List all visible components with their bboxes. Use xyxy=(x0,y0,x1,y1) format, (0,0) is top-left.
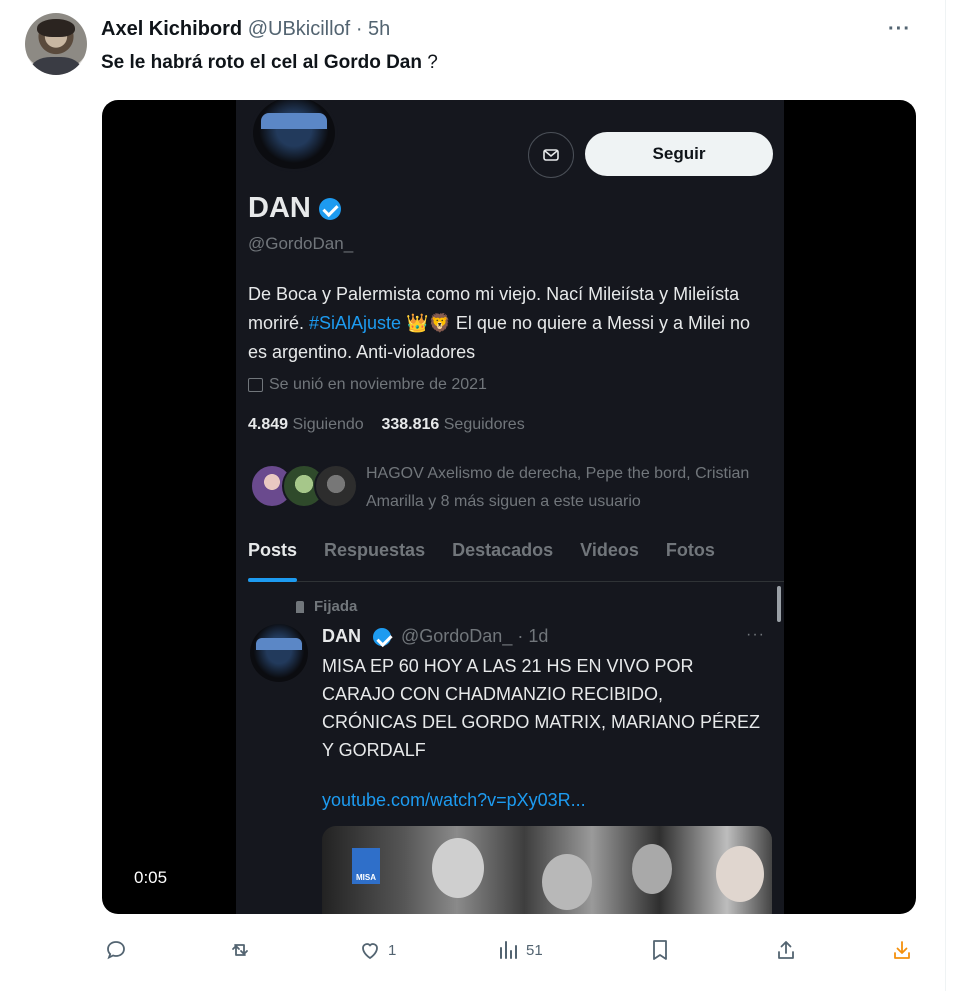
mutual-avatar xyxy=(314,464,358,508)
video-timer: 0:05 xyxy=(134,868,168,887)
bookmark-icon xyxy=(653,940,667,960)
image-face xyxy=(542,854,592,910)
follow-button: Seguir xyxy=(585,132,773,176)
following-label: Siguiendo xyxy=(292,416,364,433)
like-count: 1 xyxy=(388,941,397,959)
image-face xyxy=(716,846,764,902)
avatar-hair xyxy=(37,19,75,37)
profile-handle: @GordoDan_ xyxy=(248,234,354,253)
tab-fotos: Fotos xyxy=(665,540,715,560)
post-handle-time: @GordoDan_ · 1d xyxy=(401,626,549,646)
mutual-followers-avatars xyxy=(250,464,360,510)
followed-by-text: HAGOV Axelismo de derecha, Pepe the bord… xyxy=(366,465,750,510)
tab-respuestas: Respuestas xyxy=(324,540,426,560)
scrollbar xyxy=(777,586,781,622)
pinned-text: Fijada xyxy=(314,598,358,615)
profile-name: DAN xyxy=(248,192,341,225)
follow-stats: 4.849 Siguiendo 338.816 Seguidores xyxy=(248,416,525,434)
tab-videos: Videos xyxy=(580,540,639,560)
download-icon xyxy=(894,941,910,959)
avatar-sunglasses xyxy=(256,638,302,650)
bookmark-button[interactable] xyxy=(648,932,672,968)
profile-avatar xyxy=(250,100,338,172)
tweet-text: Se le habrá roto el cel al Gordo Dan ? xyxy=(101,51,438,75)
more-options-icon[interactable]: ··· xyxy=(888,18,911,41)
pin-icon xyxy=(296,600,304,613)
profile-name-text: DAN xyxy=(248,192,311,224)
header-separator: · xyxy=(355,18,363,40)
post-author-name: DAN xyxy=(322,626,361,646)
post-link: youtube.com/watch?v=pXy03R... xyxy=(322,790,586,810)
followers-label: Seguidores xyxy=(443,416,525,433)
misa-logo: MISA xyxy=(352,848,380,884)
like-button[interactable]: 1 xyxy=(358,932,396,968)
share-icon xyxy=(778,941,794,959)
post-avatar xyxy=(250,624,308,682)
mail-icon xyxy=(543,149,559,161)
profile-tabs: Posts Respuestas Destacados Videos Fotos xyxy=(248,536,784,582)
views-button[interactable]: 51 xyxy=(496,932,543,968)
heart-icon xyxy=(362,943,378,960)
post-text: MISA EP 60 HOY A LAS 21 HS EN VIVO POR C… xyxy=(322,656,761,760)
calendar-icon xyxy=(248,378,263,392)
reply-button[interactable] xyxy=(104,932,134,968)
joined-text: Se unió en noviembre de 2021 xyxy=(269,376,487,393)
author-avatar[interactable] xyxy=(25,13,87,75)
retweet-button[interactable] xyxy=(228,932,258,968)
following-count: 4.849 xyxy=(248,416,289,433)
tweet: Axel Kichibord @UBkicillof · 5h ··· Se l… xyxy=(0,0,946,991)
verified-badge-icon xyxy=(318,197,341,220)
tweet-text-main: Se le habrá roto el cel al Gordo Dan xyxy=(101,52,422,73)
profile-bio: De Boca y Palermista como mi viejo. Nací… xyxy=(248,280,768,367)
views-icon xyxy=(500,941,517,959)
post-more-icon: ··· xyxy=(746,626,765,643)
views-count: 51 xyxy=(526,941,543,959)
bio-emoji: 👑🦁 xyxy=(401,313,456,333)
avatar-body xyxy=(31,57,81,75)
author-name[interactable]: Axel Kichibord xyxy=(101,18,242,40)
tweet-actions: 1 51 xyxy=(100,932,930,968)
tab-posts: Posts xyxy=(248,536,298,582)
verified-badge-icon xyxy=(373,627,391,646)
video-frame: Seguir DAN @GordoDan_ De Boca y Palermis… xyxy=(236,100,784,914)
share-button[interactable] xyxy=(774,932,798,968)
retweet-icon xyxy=(232,944,248,956)
pinned-label: Fijada xyxy=(296,598,357,615)
message-button xyxy=(528,132,574,178)
followers-count: 338.816 xyxy=(381,416,440,433)
tab-destacados: Destacados xyxy=(452,540,554,560)
tweet-header: Axel Kichibord @UBkicillof · 5h xyxy=(101,17,390,41)
image-face xyxy=(632,844,672,894)
video-player[interactable]: Seguir DAN @GordoDan_ De Boca y Palermis… xyxy=(102,100,916,914)
author-handle[interactable]: @UBkicillof xyxy=(248,18,351,40)
image-face xyxy=(432,838,484,898)
post-image: MISA xyxy=(322,826,772,914)
joined-date: Se unió en noviembre de 2021 xyxy=(248,376,487,394)
download-button[interactable] xyxy=(890,932,914,968)
tweet-time[interactable]: 5h xyxy=(368,18,390,40)
avatar-sunglasses xyxy=(261,113,327,129)
post-header: DAN @GordoDan_ · 1d xyxy=(322,626,548,647)
tweet-text-suffix: ? xyxy=(427,52,438,73)
reply-icon xyxy=(107,941,125,960)
bio-hashtag: #SiAlAjuste xyxy=(309,313,402,333)
